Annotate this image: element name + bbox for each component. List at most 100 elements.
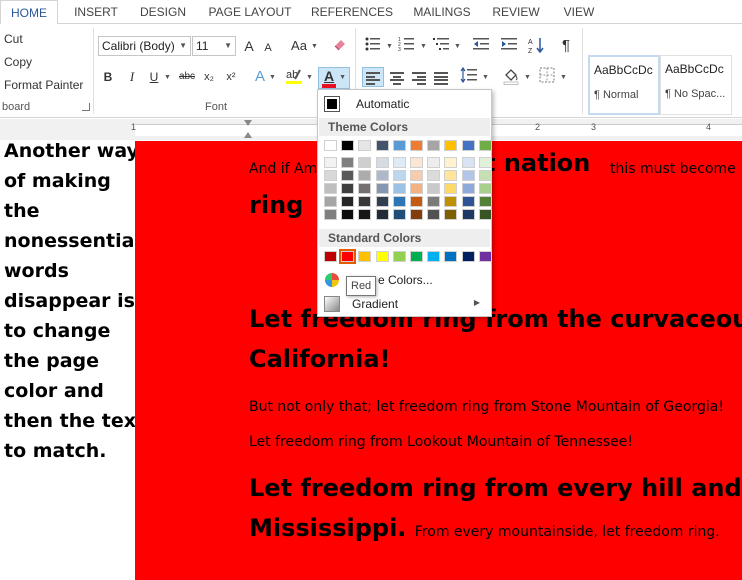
theme-color-shade-swatch[interactable] bbox=[324, 157, 337, 168]
underline-button[interactable]: U bbox=[146, 67, 162, 87]
standard-color-swatch[interactable] bbox=[427, 251, 441, 262]
first-line-indent-marker[interactable] bbox=[244, 120, 252, 126]
theme-color-shade-swatch[interactable] bbox=[358, 183, 372, 194]
theme-color-shade-swatch[interactable] bbox=[478, 157, 492, 168]
multilevel-list-button[interactable] bbox=[430, 36, 452, 56]
theme-color-shade-swatch[interactable] bbox=[392, 209, 406, 220]
theme-color-swatch[interactable] bbox=[410, 140, 423, 151]
theme-color-shade-swatch[interactable] bbox=[375, 196, 389, 207]
theme-color-shade-swatch[interactable] bbox=[324, 170, 337, 181]
theme-color-shade-swatch[interactable] bbox=[341, 196, 355, 207]
theme-color-shade-swatch[interactable] bbox=[392, 196, 406, 207]
standard-color-swatch[interactable] bbox=[461, 251, 475, 262]
theme-color-shade-swatch[interactable] bbox=[410, 183, 423, 194]
theme-color-shade-swatch[interactable] bbox=[375, 157, 389, 168]
theme-color-shade-swatch[interactable] bbox=[324, 196, 337, 207]
tab-references[interactable]: REFERENCES bbox=[308, 0, 396, 24]
cut-button[interactable]: Cut bbox=[4, 32, 23, 46]
justify-button[interactable] bbox=[430, 67, 452, 87]
standard-color-swatch[interactable] bbox=[358, 251, 372, 262]
show-formatting-button[interactable]: ¶ bbox=[556, 36, 576, 56]
font-size-combo[interactable]: 11 ▼ bbox=[192, 36, 236, 56]
theme-color-shade-swatch[interactable] bbox=[461, 170, 475, 181]
theme-color-shade-swatch[interactable] bbox=[358, 209, 372, 220]
theme-color-shade-swatch[interactable] bbox=[341, 170, 355, 181]
format-painter-button[interactable]: Format Painter bbox=[4, 78, 83, 92]
line-spacing-button[interactable] bbox=[458, 66, 480, 87]
theme-color-swatch[interactable] bbox=[324, 140, 337, 151]
theme-color-shade-swatch[interactable] bbox=[324, 209, 337, 220]
theme-color-shade-swatch[interactable] bbox=[375, 209, 389, 220]
bold-button[interactable]: B bbox=[100, 67, 116, 87]
tab-view[interactable]: VIEW bbox=[556, 0, 602, 24]
hanging-indent-marker[interactable] bbox=[244, 132, 252, 138]
style-normal[interactable]: AaBbCcDc ¶ Normal bbox=[588, 55, 660, 115]
theme-color-shade-swatch[interactable] bbox=[392, 170, 406, 181]
theme-color-shade-swatch[interactable] bbox=[461, 209, 475, 220]
theme-color-shade-swatch[interactable] bbox=[358, 196, 372, 207]
superscript-button[interactable]: x² bbox=[222, 67, 240, 87]
font-color-button[interactable]: A ▼ bbox=[318, 67, 350, 89]
theme-color-shade-swatch[interactable] bbox=[427, 183, 441, 194]
tab-home[interactable]: HOME bbox=[0, 0, 58, 25]
align-right-button[interactable] bbox=[408, 67, 430, 87]
align-center-button[interactable] bbox=[386, 67, 408, 87]
gradient-option[interactable]: Gradient ▶ bbox=[322, 294, 488, 314]
theme-color-shade-swatch[interactable] bbox=[392, 183, 406, 194]
text-effects-button[interactable]: A bbox=[252, 67, 268, 87]
theme-color-shade-swatch[interactable] bbox=[410, 209, 423, 220]
theme-color-shade-swatch[interactable] bbox=[461, 183, 475, 194]
theme-color-shade-swatch[interactable] bbox=[444, 157, 458, 168]
theme-color-swatch[interactable] bbox=[461, 140, 475, 151]
italic-button[interactable]: I bbox=[124, 67, 140, 87]
theme-color-shade-swatch[interactable] bbox=[410, 196, 423, 207]
theme-color-shade-swatch[interactable] bbox=[324, 183, 337, 194]
theme-color-shade-swatch[interactable] bbox=[478, 209, 492, 220]
theme-color-shade-swatch[interactable] bbox=[410, 157, 423, 168]
shrink-font-button[interactable]: A bbox=[260, 38, 276, 58]
theme-color-shade-swatch[interactable] bbox=[461, 196, 475, 207]
copy-button[interactable]: Copy bbox=[4, 55, 32, 69]
theme-color-shade-swatch[interactable] bbox=[358, 157, 372, 168]
strikethrough-button[interactable]: abc bbox=[177, 67, 197, 87]
tab-page-layout[interactable]: PAGE LAYOUT bbox=[204, 0, 296, 24]
theme-color-shade-swatch[interactable] bbox=[410, 170, 423, 181]
automatic-color-option[interactable]: Automatic bbox=[322, 94, 488, 114]
theme-color-swatch[interactable] bbox=[375, 140, 389, 151]
standard-color-swatch[interactable] bbox=[444, 251, 458, 262]
grow-font-button[interactable]: A bbox=[240, 36, 258, 56]
theme-color-shade-swatch[interactable] bbox=[358, 170, 372, 181]
tab-review[interactable]: REVIEW bbox=[488, 0, 544, 24]
theme-color-swatch[interactable] bbox=[358, 140, 372, 151]
tab-design[interactable]: DESIGN bbox=[134, 0, 192, 24]
standard-color-swatch[interactable] bbox=[392, 251, 406, 262]
bullets-button[interactable] bbox=[362, 36, 384, 56]
theme-color-shade-swatch[interactable] bbox=[427, 209, 441, 220]
standard-color-swatch[interactable] bbox=[410, 251, 423, 262]
theme-color-shade-swatch[interactable] bbox=[341, 209, 355, 220]
borders-button[interactable] bbox=[536, 67, 558, 87]
theme-color-shade-swatch[interactable] bbox=[375, 170, 389, 181]
theme-color-shade-swatch[interactable] bbox=[392, 157, 406, 168]
highlight-color-button[interactable]: ab bbox=[283, 67, 305, 87]
style-no-spacing[interactable]: AaBbCcDc ¶ No Spac... bbox=[660, 55, 732, 115]
subscript-button[interactable]: x₂ bbox=[201, 67, 217, 87]
theme-color-shade-swatch[interactable] bbox=[444, 170, 458, 181]
tab-insert[interactable]: INSERT bbox=[66, 0, 126, 24]
change-case-button[interactable]: Aa bbox=[288, 36, 310, 56]
numbering-button[interactable]: 1 2 3 bbox=[396, 36, 418, 56]
standard-color-swatch[interactable] bbox=[324, 251, 337, 262]
theme-color-shade-swatch[interactable] bbox=[375, 183, 389, 194]
clear-formatting-button[interactable] bbox=[330, 36, 350, 56]
theme-color-shade-swatch[interactable] bbox=[427, 157, 441, 168]
theme-color-swatch[interactable] bbox=[478, 140, 492, 151]
standard-color-swatch[interactable] bbox=[478, 251, 492, 262]
standard-color-swatch[interactable] bbox=[339, 249, 357, 264]
theme-color-shade-swatch[interactable] bbox=[478, 196, 492, 207]
theme-color-shade-swatch[interactable] bbox=[427, 196, 441, 207]
sort-button[interactable]: AZ bbox=[526, 36, 546, 56]
theme-color-shade-swatch[interactable] bbox=[478, 170, 492, 181]
theme-color-swatch[interactable] bbox=[444, 140, 458, 151]
theme-color-shade-swatch[interactable] bbox=[461, 157, 475, 168]
clipboard-launcher-icon[interactable] bbox=[82, 103, 90, 111]
